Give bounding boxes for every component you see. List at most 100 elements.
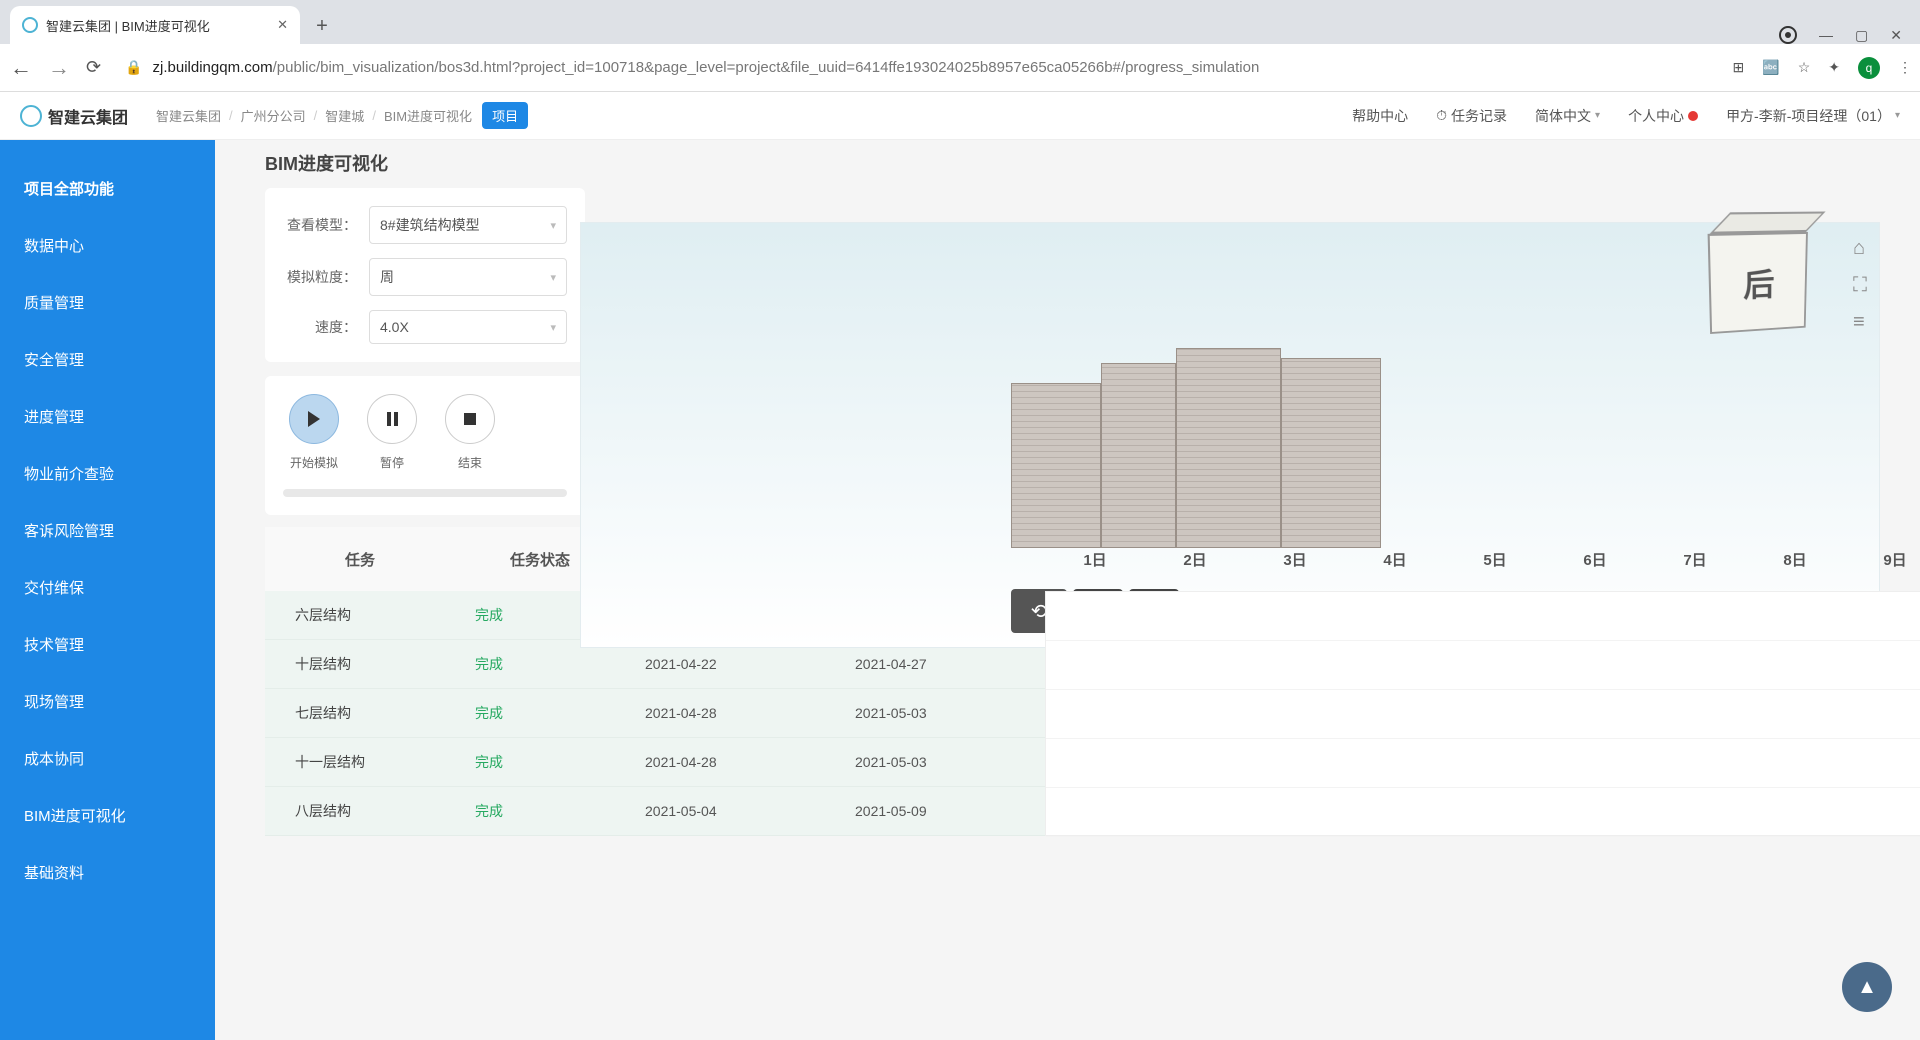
back-icon[interactable]: ← <box>10 55 32 81</box>
cell-task: 七层结构 <box>265 703 455 723</box>
qr-icon[interactable]: ⊞ <box>1733 59 1745 76</box>
cube-top-face <box>1710 211 1826 233</box>
user-menu[interactable]: 甲方-李新-项目经理（01）▾ <box>1726 106 1900 126</box>
account-circle-icon[interactable] <box>1779 26 1797 44</box>
rocket-fab[interactable]: ▲ <box>1842 962 1892 1012</box>
browser-tab[interactable]: 智建云集团 | BIM进度可视化 ✕ <box>10 6 300 44</box>
sidebar-item-quality[interactable]: 质量管理 <box>0 274 215 331</box>
window-controls: — ▢ ✕ <box>1779 26 1920 44</box>
fullscreen-icon[interactable]: ⛶ <box>1853 274 1867 297</box>
sidebar-item-all[interactable]: 项目全部功能 <box>0 160 215 217</box>
project-badge[interactable]: 项目 <box>482 102 528 129</box>
building-model <box>1011 348 1381 548</box>
cell-task: 六层结构 <box>265 605 455 625</box>
task-log-link[interactable]: ⏱任务记录 <box>1436 106 1507 126</box>
header-right: 帮助中心 ⏱任务记录 简体中文▾ 个人中心 甲方-李新-项目经理（01）▾ <box>1352 106 1900 126</box>
chevron-down-icon: ▾ <box>550 321 556 334</box>
help-link[interactable]: 帮助中心 <box>1352 106 1408 126</box>
pause-button[interactable] <box>367 394 417 444</box>
minimize-icon[interactable]: — <box>1819 27 1833 43</box>
maximize-icon[interactable]: ▢ <box>1855 27 1868 44</box>
table-row[interactable]: 十一层结构完成2021-04-282021-05-03 <box>265 738 1045 787</box>
speed-label: 速度： <box>283 317 369 337</box>
gantt-day-header: 7日 <box>1645 549 1745 570</box>
sidebar-item-data[interactable]: 数据中心 <box>0 217 215 274</box>
rocket-icon: ▲ <box>1857 976 1877 999</box>
translate-icon[interactable]: 🔤 <box>1762 59 1779 76</box>
notification-dot-icon <box>1688 111 1698 121</box>
cell-task: 十一层结构 <box>265 752 455 772</box>
sidebar-item-tech[interactable]: 技术管理 <box>0 616 215 673</box>
close-tab-icon[interactable]: ✕ <box>277 17 288 33</box>
url-field[interactable]: 🔒 zj.buildingqm.com/public/bim_visualiza… <box>117 59 1716 76</box>
reload-icon[interactable]: ⟳ <box>86 57 101 78</box>
cell-end: 2021-05-09 <box>835 803 1045 819</box>
cell-end: 2021-04-27 <box>835 656 1045 672</box>
crumb-page[interactable]: BIM进度可视化 <box>384 106 472 125</box>
simulation-controls-card: 查看模型： 8#建筑结构模型▾ 模拟粒度： 周▾ 速度： 4.0X▾ <box>265 188 585 362</box>
sidebar-item-delivery[interactable]: 交付维保 <box>0 559 215 616</box>
sidebar-item-cost[interactable]: 成本协同 <box>0 730 215 787</box>
granularity-label: 模拟粒度： <box>283 267 369 287</box>
chevron-down-icon: ▾ <box>550 219 556 232</box>
language-selector[interactable]: 简体中文▾ <box>1535 106 1600 126</box>
progress-bar[interactable] <box>283 489 567 497</box>
personal-center-link[interactable]: 个人中心 <box>1628 106 1698 126</box>
forward-icon[interactable]: → <box>48 55 70 81</box>
sidebar-item-bim[interactable]: BIM进度可视化 <box>0 787 215 844</box>
clock-icon: ⏱ <box>1436 107 1447 124</box>
cell-status: 完成 <box>455 703 625 723</box>
start-label: 开始模拟 <box>290 454 338 471</box>
playback-card: 开始模拟 暂停 结束 <box>265 376 585 515</box>
start-simulation-button[interactable] <box>289 394 339 444</box>
extension-icons: ⊞ 🔤 ☆ ✦ q ⋮ <box>1733 57 1910 79</box>
home-icon[interactable]: ⌂ <box>1853 237 1867 260</box>
gantt-body[interactable] <box>1045 591 1920 836</box>
view-cube[interactable]: 后 <box>1708 232 1808 334</box>
task-area: 任务 任务状态 计划开始时间 计划完成时间 六层结构完成2021-04-2220… <box>265 527 1900 836</box>
close-window-icon[interactable]: ✕ <box>1890 27 1902 44</box>
gantt-chart: 1日2日3日4日5日6日7日8日9日 <box>1045 527 1920 836</box>
sidebar-item-property[interactable]: 物业前介查验 <box>0 445 215 502</box>
stop-button[interactable] <box>445 394 495 444</box>
menu-icon[interactable]: ≡ <box>1853 311 1867 334</box>
brand-text: 智建云集团 <box>48 104 128 128</box>
pause-label: 暂停 <box>380 454 404 471</box>
profile-avatar[interactable]: q <box>1858 57 1880 79</box>
cell-start: 2021-05-04 <box>625 803 835 819</box>
tab-favicon <box>22 17 38 33</box>
col-task: 任务 <box>265 549 455 570</box>
play-icon <box>308 411 320 427</box>
cell-task: 十层结构 <box>265 654 455 674</box>
table-row[interactable]: 八层结构完成2021-05-042021-05-09 <box>265 787 1045 836</box>
crumb-site[interactable]: 智建城 <box>325 106 364 125</box>
gantt-day-header: 6日 <box>1545 549 1645 570</box>
granularity-select[interactable]: 周▾ <box>369 258 567 296</box>
menu-dots-icon[interactable]: ⋮ <box>1898 59 1910 76</box>
sidebar-item-base[interactable]: 基础资料 <box>0 844 215 901</box>
extensions-icon[interactable]: ✦ <box>1828 59 1840 76</box>
brand-logo[interactable]: 智建云集团 <box>20 104 128 128</box>
viewer-tools: ⌂ ⛶ ≡ <box>1853 237 1867 334</box>
sidebar-item-complaint[interactable]: 客诉风险管理 <box>0 502 215 559</box>
cube-face-label: 后 <box>1743 260 1775 306</box>
sidebar-item-progress[interactable]: 进度管理 <box>0 388 215 445</box>
crumb-branch[interactable]: 广州分公司 <box>241 106 306 125</box>
page-title: BIM进度可视化 <box>265 150 1900 176</box>
sidebar: 项目全部功能 数据中心 质量管理 安全管理 进度管理 物业前介查验 客诉风险管理… <box>0 140 215 1040</box>
bookmark-star-icon[interactable]: ☆ <box>1798 59 1811 76</box>
model-label: 查看模型： <box>283 215 369 235</box>
model-select[interactable]: 8#建筑结构模型▾ <box>369 206 567 244</box>
cell-status: 完成 <box>455 654 625 674</box>
cell-start: 2021-04-28 <box>625 705 835 721</box>
cell-end: 2021-05-03 <box>835 705 1045 721</box>
crumb-group[interactable]: 智建云集团 <box>156 106 221 125</box>
lock-icon: 🔒 <box>125 59 142 76</box>
gantt-day-header: 4日 <box>1345 549 1445 570</box>
browser-address-bar: ← → ⟳ 🔒 zj.buildingqm.com/public/bim_vis… <box>0 44 1920 92</box>
sidebar-item-safety[interactable]: 安全管理 <box>0 331 215 388</box>
speed-select[interactable]: 4.0X▾ <box>369 310 567 344</box>
sidebar-item-site[interactable]: 现场管理 <box>0 673 215 730</box>
table-row[interactable]: 七层结构完成2021-04-282021-05-03 <box>265 689 1045 738</box>
new-tab-button[interactable]: + <box>306 10 338 42</box>
